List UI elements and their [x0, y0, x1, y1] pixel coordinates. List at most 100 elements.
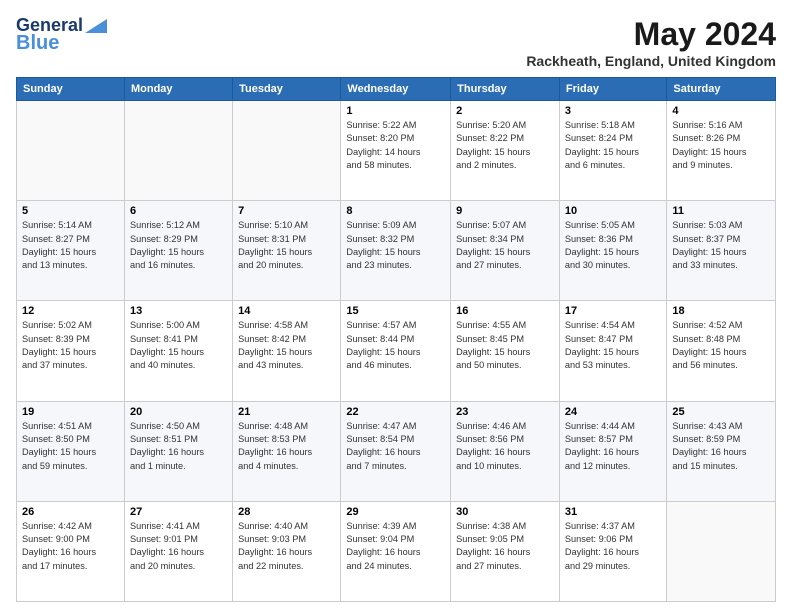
- day-info: Sunrise: 5:09 AMSunset: 8:32 PMDaylight:…: [346, 219, 445, 272]
- day-info: Sunrise: 4:48 AMSunset: 8:53 PMDaylight:…: [238, 420, 335, 473]
- day-number: 25: [672, 406, 770, 418]
- calendar-cell: 18Sunrise: 4:52 AMSunset: 8:48 PMDayligh…: [667, 301, 776, 401]
- day-info: Sunrise: 5:03 AMSunset: 8:37 PMDaylight:…: [672, 219, 770, 272]
- day-number: 27: [130, 506, 227, 518]
- day-info: Sunrise: 4:39 AMSunset: 9:04 PMDaylight:…: [346, 520, 445, 573]
- day-number: 22: [346, 406, 445, 418]
- day-info: Sunrise: 5:14 AMSunset: 8:27 PMDaylight:…: [22, 219, 119, 272]
- calendar-cell: 22 Sunrise: 4:47 AMSunset: 8:54 PMDayligh…: [341, 401, 451, 501]
- day-number: 15: [346, 305, 445, 317]
- day-info: Sunrise: 4:58 AMSunset: 8:42 PMDaylight:…: [238, 319, 335, 372]
- day-info: Sunrise: 5:10 AMSunset: 8:31 PMDaylight:…: [238, 219, 335, 272]
- day-number: 14: [238, 305, 335, 317]
- calendar-cell: [667, 501, 776, 601]
- calendar-cell: 20 Sunrise: 4:50 AMSunset: 8:51 PMDayligh…: [124, 401, 232, 501]
- header-day-friday: Friday: [559, 78, 666, 101]
- calendar-cell: 24 Sunrise: 4:44 AMSunset: 8:57 PMDayligh…: [559, 401, 666, 501]
- day-number: 1: [346, 105, 445, 117]
- week-row-0: 1 Sunrise: 5:22 AMSunset: 8:20 PMDaylight…: [17, 101, 776, 201]
- day-number: 5: [22, 205, 119, 217]
- day-number: 7: [238, 205, 335, 217]
- day-info: Sunrise: 4:37 AMSunset: 9:06 PMDaylight:…: [565, 520, 661, 573]
- day-info: Sunrise: 4:43 AMSunset: 8:59 PMDaylight:…: [672, 420, 770, 473]
- title-block: May 2024 Rackheath, England, United King…: [526, 16, 776, 69]
- calendar-cell: 17 Sunrise: 4:54 AMSunset: 8:47 PMDayligh…: [559, 301, 666, 401]
- day-info: Sunrise: 4:51 AMSunset: 8:50 PMDaylight:…: [22, 420, 119, 473]
- calendar-cell: 21 Sunrise: 4:48 AMSunset: 8:53 PMDayligh…: [233, 401, 341, 501]
- calendar-cell: 23 Sunrise: 4:46 AMSunset: 8:56 PMDayligh…: [451, 401, 560, 501]
- day-number: 17: [565, 305, 661, 317]
- header: General Blue May 2024 Rackheath, England…: [16, 16, 776, 69]
- header-day-saturday: Saturday: [667, 78, 776, 101]
- header-day-wednesday: Wednesday: [341, 78, 451, 101]
- day-number: 24: [565, 406, 661, 418]
- day-info: Sunrise: 5:16 AMSunset: 8:26 PMDaylight:…: [672, 119, 770, 172]
- calendar-cell: 12Sunrise: 5:02 AMSunset: 8:39 PMDayligh…: [17, 301, 125, 401]
- calendar-cell: 8 Sunrise: 5:09 AMSunset: 8:32 PMDaylight…: [341, 201, 451, 301]
- day-info: Sunrise: 4:42 AMSunset: 9:00 PMDaylight:…: [22, 520, 119, 573]
- calendar-cell: 16 Sunrise: 4:55 AMSunset: 8:45 PMDayligh…: [451, 301, 560, 401]
- calendar-cell: 10Sunrise: 5:05 AMSunset: 8:36 PMDayligh…: [559, 201, 666, 301]
- day-number: 2: [456, 105, 554, 117]
- calendar-table: SundayMondayTuesdayWednesdayThursdayFrid…: [16, 77, 776, 602]
- day-number: 4: [672, 105, 770, 117]
- calendar-cell: 11 Sunrise: 5:03 AMSunset: 8:37 PMDayligh…: [667, 201, 776, 301]
- day-info: Sunrise: 4:50 AMSunset: 8:51 PMDaylight:…: [130, 420, 227, 473]
- calendar-header: SundayMondayTuesdayWednesdayThursdayFrid…: [17, 78, 776, 101]
- location: Rackheath, England, United Kingdom: [526, 53, 776, 69]
- day-info: Sunrise: 4:47 AMSunset: 8:54 PMDaylight:…: [346, 420, 445, 473]
- logo-icon: [85, 19, 107, 33]
- calendar-cell: 3 Sunrise: 5:18 AMSunset: 8:24 PMDaylight…: [559, 101, 666, 201]
- day-number: 23: [456, 406, 554, 418]
- day-info: Sunrise: 4:55 AMSunset: 8:45 PMDaylight:…: [456, 319, 554, 372]
- day-info: Sunrise: 4:44 AMSunset: 8:57 PMDaylight:…: [565, 420, 661, 473]
- day-info: Sunrise: 5:22 AMSunset: 8:20 PMDaylight:…: [346, 119, 445, 172]
- day-number: 3: [565, 105, 661, 117]
- day-info: Sunrise: 4:40 AMSunset: 9:03 PMDaylight:…: [238, 520, 335, 573]
- day-number: 21: [238, 406, 335, 418]
- logo: General Blue: [16, 16, 107, 54]
- day-number: 29: [346, 506, 445, 518]
- day-info: Sunrise: 5:18 AMSunset: 8:24 PMDaylight:…: [565, 119, 661, 172]
- day-number: 20: [130, 406, 227, 418]
- month-title: May 2024: [526, 16, 776, 53]
- day-info: Sunrise: 5:02 AMSunset: 8:39 PMDaylight:…: [22, 319, 119, 372]
- calendar-cell: 27Sunrise: 4:41 AMSunset: 9:01 PMDayligh…: [124, 501, 232, 601]
- day-number: 8: [346, 205, 445, 217]
- header-day-thursday: Thursday: [451, 78, 560, 101]
- day-number: 26: [22, 506, 119, 518]
- calendar-cell: 9 Sunrise: 5:07 AMSunset: 8:34 PMDaylight…: [451, 201, 560, 301]
- day-number: 9: [456, 205, 554, 217]
- calendar-cell: 13Sunrise: 5:00 AMSunset: 8:41 PMDayligh…: [124, 301, 232, 401]
- day-info: Sunrise: 4:57 AMSunset: 8:44 PMDaylight:…: [346, 319, 445, 372]
- calendar-cell: 15 Sunrise: 4:57 AMSunset: 8:44 PMDayligh…: [341, 301, 451, 401]
- calendar-cell: 1 Sunrise: 5:22 AMSunset: 8:20 PMDaylight…: [341, 101, 451, 201]
- day-number: 6: [130, 205, 227, 217]
- calendar-cell: [233, 101, 341, 201]
- day-number: 11: [672, 205, 770, 217]
- week-row-4: 26 Sunrise: 4:42 AMSunset: 9:00 PMDayligh…: [17, 501, 776, 601]
- day-number: 28: [238, 506, 335, 518]
- day-info: Sunrise: 5:07 AMSunset: 8:34 PMDaylight:…: [456, 219, 554, 272]
- calendar-cell: 19Sunrise: 4:51 AMSunset: 8:50 PMDayligh…: [17, 401, 125, 501]
- calendar-cell: [124, 101, 232, 201]
- calendar-cell: 2 Sunrise: 5:20 AMSunset: 8:22 PMDaylight…: [451, 101, 560, 201]
- calendar-cell: 5 Sunrise: 5:14 AMSunset: 8:27 PMDaylight…: [17, 201, 125, 301]
- header-day-tuesday: Tuesday: [233, 78, 341, 101]
- calendar-cell: 29 Sunrise: 4:39 AMSunset: 9:04 PMDayligh…: [341, 501, 451, 601]
- calendar-cell: 6Sunrise: 5:12 AMSunset: 8:29 PMDaylight…: [124, 201, 232, 301]
- calendar-cell: 7 Sunrise: 5:10 AMSunset: 8:31 PMDaylight…: [233, 201, 341, 301]
- header-day-monday: Monday: [124, 78, 232, 101]
- calendar-cell: 14 Sunrise: 4:58 AMSunset: 8:42 PMDayligh…: [233, 301, 341, 401]
- calendar-cell: 26 Sunrise: 4:42 AMSunset: 9:00 PMDayligh…: [17, 501, 125, 601]
- day-info: Sunrise: 4:46 AMSunset: 8:56 PMDaylight:…: [456, 420, 554, 473]
- day-info: Sunrise: 5:00 AMSunset: 8:41 PMDaylight:…: [130, 319, 227, 372]
- day-number: 16: [456, 305, 554, 317]
- calendar-cell: 4 Sunrise: 5:16 AMSunset: 8:26 PMDaylight…: [667, 101, 776, 201]
- day-info: Sunrise: 4:52 AMSunset: 8:48 PMDaylight:…: [672, 319, 770, 372]
- week-row-2: 12Sunrise: 5:02 AMSunset: 8:39 PMDayligh…: [17, 301, 776, 401]
- header-row: SundayMondayTuesdayWednesdayThursdayFrid…: [17, 78, 776, 101]
- day-info: Sunrise: 4:54 AMSunset: 8:47 PMDaylight:…: [565, 319, 661, 372]
- day-info: Sunrise: 5:20 AMSunset: 8:22 PMDaylight:…: [456, 119, 554, 172]
- day-info: Sunrise: 4:38 AMSunset: 9:05 PMDaylight:…: [456, 520, 554, 573]
